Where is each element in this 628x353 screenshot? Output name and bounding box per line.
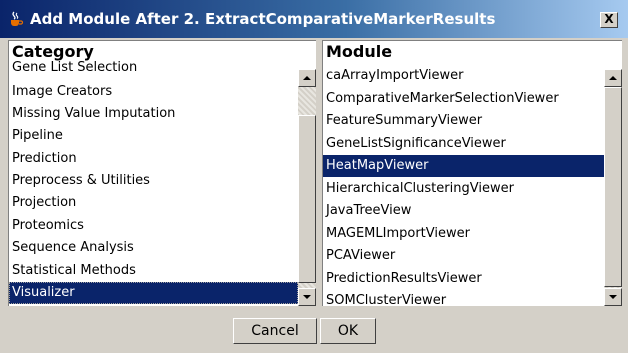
- module-item[interactable]: SOMClusterViewer: [323, 290, 604, 306]
- window-title: Add Module After 2. ExtractComparativeMa…: [30, 10, 496, 28]
- module-panel: Module caArrayImportViewer ComparativeMa…: [322, 40, 622, 306]
- scroll-up-button[interactable]: [298, 69, 316, 87]
- module-item[interactable]: caArrayImportViewer: [323, 65, 604, 87]
- scroll-down-button[interactable]: [604, 288, 622, 306]
- module-item-selected[interactable]: HeatMapViewer: [323, 155, 604, 177]
- module-item[interactable]: ComparativeMarkerSelectionViewer: [323, 88, 604, 110]
- arrow-up-icon: [303, 76, 311, 80]
- module-item[interactable]: GeneListSignificanceViewer: [323, 133, 604, 155]
- ok-button[interactable]: OK: [320, 318, 376, 344]
- cancel-button[interactable]: Cancel: [233, 318, 317, 344]
- title-bar[interactable]: Add Module After 2. ExtractComparativeMa…: [0, 0, 628, 38]
- category-panel: Gene List Selection Image Creators Missi…: [8, 40, 316, 306]
- arrow-down-icon: [303, 295, 311, 299]
- module-item[interactable]: MAGEMLImportViewer: [323, 223, 604, 245]
- add-module-dialog: Add Module After 2. ExtractComparativeMa…: [0, 0, 628, 353]
- module-item[interactable]: FeatureSummaryViewer: [323, 110, 604, 132]
- close-button[interactable]: X: [600, 12, 618, 28]
- scroll-thumb[interactable]: [604, 87, 622, 287]
- category-item[interactable]: Preprocess & Utilities: [9, 170, 298, 192]
- scroll-down-button[interactable]: [298, 288, 316, 306]
- category-item[interactable]: Pipeline: [9, 125, 298, 147]
- category-item[interactable]: Prediction: [9, 148, 298, 170]
- close-icon: X: [604, 12, 614, 26]
- module-item[interactable]: JavaTreeView: [323, 200, 604, 222]
- module-item[interactable]: PCAViewer: [323, 245, 604, 267]
- module-list: caArrayImportViewer ComparativeMarkerSel…: [323, 41, 604, 306]
- scroll-thumb[interactable]: [298, 115, 316, 283]
- category-item[interactable]: Projection: [9, 192, 298, 214]
- module-item[interactable]: PredictionResultsViewer: [323, 268, 604, 290]
- category-item[interactable]: Missing Value Imputation: [9, 103, 298, 125]
- category-item-selected[interactable]: Visualizer: [9, 282, 298, 304]
- module-scrollbar[interactable]: [604, 69, 622, 306]
- java-coffee-cup-icon: [11, 11, 24, 26]
- category-header: Category: [12, 42, 94, 61]
- category-item[interactable]: Sequence Analysis: [9, 237, 298, 259]
- scroll-up-button[interactable]: [604, 69, 622, 87]
- category-item[interactable]: Proteomics: [9, 215, 298, 237]
- category-list: Gene List Selection Image Creators Missi…: [9, 41, 298, 306]
- arrow-up-icon: [609, 76, 617, 80]
- module-item[interactable]: HierarchicalClusteringViewer: [323, 178, 604, 200]
- category-item[interactable]: Image Creators: [9, 81, 298, 103]
- category-item[interactable]: Statistical Methods: [9, 260, 298, 282]
- arrow-down-icon: [609, 295, 617, 299]
- category-scrollbar[interactable]: [298, 69, 316, 306]
